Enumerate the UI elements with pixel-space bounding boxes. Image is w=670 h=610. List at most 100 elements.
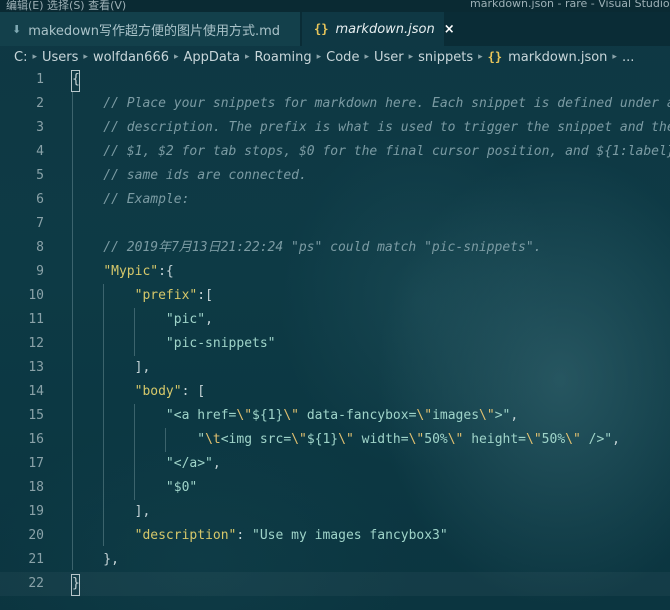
tab-markdown-json[interactable]: {} markdown.json × — [302, 12, 455, 46]
code-token: "<a href= — [165, 408, 237, 423]
code-token: \" — [291, 432, 307, 447]
code-token: }, — [72, 552, 119, 567]
markdown-download-icon: ⬇ — [12, 22, 22, 36]
code-token: : — [236, 528, 253, 543]
code-token: \" — [447, 432, 464, 447]
code-line[interactable]: 10 "prefix":[ — [0, 284, 670, 308]
line-number: 19 — [28, 504, 44, 519]
code-token: , — [510, 408, 519, 423]
code-token: data-fancybox= — [299, 408, 417, 423]
code-text: "description": "Use my images fancybox3" — [72, 524, 448, 548]
code-token: // $1, $2 for tab stops, $0 for the fina… — [72, 144, 670, 159]
breadcrumb-item[interactable]: markdown.json — [508, 50, 607, 65]
code-line[interactable]: 1{ — [0, 68, 670, 92]
code-token: "$0" — [165, 480, 198, 495]
menu-bar: 编辑(E) 选择(S) 查看(V) markdown.json - rare -… — [0, 0, 670, 12]
tab-label: makedown写作超方便的图片使用方式.md — [28, 23, 281, 39]
code-line[interactable]: 6 // Example: — [0, 188, 670, 212]
line-number: 7 — [36, 216, 44, 231]
close-icon[interactable]: × — [444, 22, 455, 37]
code-token: "description" — [134, 528, 237, 543]
code-text: "prefix":[ — [72, 284, 213, 308]
code-token: ${1} — [252, 408, 284, 423]
code-token: \" — [565, 432, 581, 447]
code-text: "Mypic":{ — [72, 260, 173, 284]
code-line[interactable]: 12 "pic-snippets" — [0, 332, 670, 356]
code-text: "<a href=\"${1}\" data-fancybox=\"images… — [72, 404, 518, 428]
code-line[interactable]: 5 // same ids are connected. — [0, 164, 670, 188]
code-line[interactable]: 22} — [0, 572, 670, 596]
breadcrumb-item[interactable]: Code — [326, 50, 359, 65]
line-number: 16 — [28, 432, 44, 447]
code-token: // description. The prefix is what is us… — [72, 120, 670, 135]
line-number: 3 — [36, 120, 44, 135]
code-line[interactable]: 14 "body": [ — [0, 380, 670, 404]
breadcrumb-item[interactable]: snippets — [418, 50, 473, 65]
code-line[interactable]: 19 ], — [0, 500, 670, 524]
vscode-window: 编辑(E) 选择(S) 查看(V) markdown.json - rare -… — [0, 0, 670, 610]
code-text: "pic", — [72, 308, 213, 332]
code-token: images — [432, 408, 480, 423]
code-token: " — [197, 432, 206, 447]
code-text: // $1, $2 for tab stops, $0 for the fina… — [72, 140, 670, 164]
code-token: >" — [494, 408, 511, 423]
breadcrumb-item[interactable]: C: — [14, 50, 27, 65]
breadcrumb-item[interactable]: Roaming — [254, 50, 311, 65]
indent-guide — [165, 428, 166, 452]
code-token: // 2019年7月13日21:22:24 "ps" could match "… — [72, 240, 542, 255]
code-token: , — [612, 432, 620, 447]
breadcrumb-item[interactable]: ... — [622, 50, 634, 65]
code-line[interactable]: 18 "$0" — [0, 476, 670, 500]
code-line[interactable]: 2 // Place your snippets for markdown he… — [0, 92, 670, 116]
line-number: 12 — [28, 336, 44, 351]
code-editor[interactable]: 22} 21 }, 20 "description": "Use my images… — [0, 68, 670, 610]
tab-markdown-article[interactable]: ⬇ makedown写作超方便的图片使用方式.md — [0, 12, 300, 46]
code-line[interactable]: 8 // 2019年7月13日21:22:24 "ps" could match… — [0, 236, 670, 260]
code-token: \t — [205, 432, 221, 447]
code-token: \" — [236, 408, 253, 423]
code-line[interactable]: 15 "<a href=\"${1}\" data-fancybox=\"ima… — [0, 404, 670, 428]
code-line[interactable]: 9 "Mypic":{ — [0, 260, 670, 284]
chevron-right-icon: ▸ — [612, 52, 617, 62]
code-line[interactable]: 4 // $1, $2 for tab stops, $0 for the fi… — [0, 140, 670, 164]
indent-guide — [134, 404, 135, 500]
menu-bar-left[interactable]: 编辑(E) 选择(S) 查看(V) — [6, 0, 126, 12]
line-number: 17 — [28, 456, 44, 471]
json-braces-icon: {} — [487, 50, 503, 64]
breadcrumb-item[interactable]: Users — [42, 50, 78, 65]
code-token: // Example: — [72, 192, 190, 207]
code-token: "Mypic" — [103, 264, 159, 279]
line-number: 6 — [36, 192, 44, 207]
code-line[interactable]: 13 ], — [0, 356, 670, 380]
indent-guide — [134, 308, 135, 356]
bracket-match-highlight — [71, 574, 80, 596]
code-line[interactable]: 11 "pic", — [0, 308, 670, 332]
code-token: ${1} — [306, 432, 339, 447]
code-token: \" — [416, 408, 433, 423]
code-line[interactable]: 17 "</a>", — [0, 452, 670, 476]
breadcrumb-item[interactable]: User — [374, 50, 404, 65]
indent-guide — [72, 92, 73, 570]
window-title: markdown.json - rare - Visual Studio — [470, 0, 670, 10]
breadcrumb-item[interactable]: wolfdan666 — [93, 50, 169, 65]
code-line[interactable]: 7 — [0, 212, 670, 236]
chevron-right-icon: ▸ — [173, 52, 179, 62]
code-token: \" — [283, 408, 299, 423]
code-line[interactable]: 3 // description. The prefix is what is … — [0, 116, 670, 140]
json-braces-icon: {} — [314, 22, 329, 36]
code-line[interactable]: 21 }, — [0, 548, 670, 572]
code-text: ], — [72, 356, 151, 380]
code-line[interactable]: 20 "description": "Use my images fancybo… — [0, 524, 670, 548]
code-line[interactable]: 16 "\t<img src=\"${1}\" width=\"50%\" he… — [0, 428, 670, 452]
breadcrumb-item[interactable]: AppData — [184, 50, 240, 65]
indent-guide — [103, 284, 104, 546]
line-number: 13 — [28, 360, 44, 375]
line-number: 8 — [36, 240, 44, 255]
chevron-right-icon: ▸ — [83, 52, 88, 62]
chevron-right-icon: ▸ — [364, 52, 369, 62]
code-token: width= — [353, 432, 409, 447]
code-token: \" — [526, 432, 542, 447]
